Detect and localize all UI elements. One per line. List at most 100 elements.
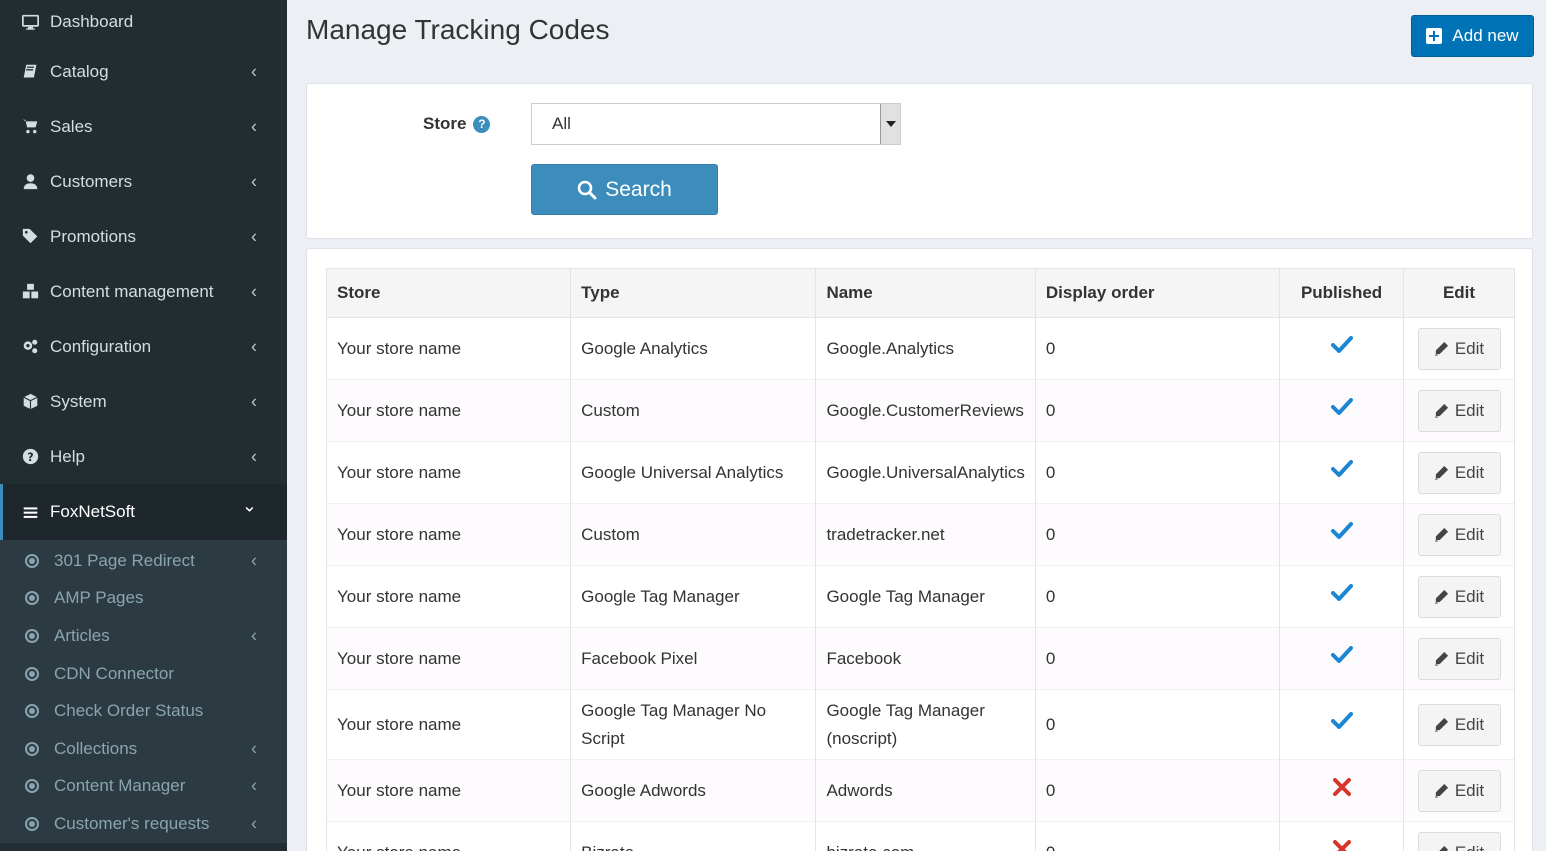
table-row: Your store name Custom Google.CustomerRevi…	[325, 379, 1515, 442]
column-header-display-order[interactable]: Display order	[1034, 268, 1281, 318]
submenu-item-content-manager[interactable]: Content Manager ‹	[0, 768, 287, 806]
cell-type: Custom	[570, 503, 817, 566]
tracking-codes-panel: Store Type Name Display order Published …	[306, 248, 1533, 851]
circle-dot-icon	[25, 628, 39, 643]
sidebar-item-promotions[interactable]: Promotions ‹	[0, 209, 287, 264]
cell-edit: Edit	[1403, 317, 1515, 380]
sidebar-item-label: FoxNetSoft	[50, 502, 136, 521]
chevron-left-icon: ‹	[251, 625, 257, 646]
column-header-type[interactable]: Type	[570, 268, 817, 318]
column-header-name[interactable]: Name	[815, 268, 1036, 318]
table-row: Your store nameBizratebizrate.com0 Edit	[325, 821, 1515, 851]
edit-button[interactable]: Edit	[1417, 389, 1501, 432]
edit-button[interactable]: Edit	[1417, 451, 1501, 494]
submenu-item-cdn-connector[interactable]: CDN Connector	[0, 655, 287, 693]
page-title: Manage Tracking Codes	[306, 14, 610, 45]
search-button[interactable]: Search	[531, 164, 718, 215]
chevron-left-icon: ‹	[251, 281, 257, 301]
checkmark-icon	[1330, 459, 1353, 482]
cube-icon	[20, 393, 40, 411]
table-row: Your store name Google Adwords Adwords 0 Edi…	[325, 759, 1515, 822]
pencil-icon	[1434, 651, 1448, 666]
submenu-item-301-page-redirect[interactable]: 301 Page Redirect ‹	[0, 542, 287, 580]
column-header-published[interactable]: Published	[1279, 268, 1404, 318]
sidebar-item-help[interactable]: ? Help ‹	[0, 429, 287, 484]
edit-button[interactable]: Edit	[1417, 327, 1501, 370]
sidebar-item-dashboard[interactable]: Dashboard	[0, 0, 287, 44]
user-icon	[20, 173, 40, 191]
submenu-item-customer-s-requests[interactable]: Customer's requests ‹	[0, 805, 287, 843]
column-header-store[interactable]: Store	[325, 268, 572, 318]
cell-display-order: 0	[1034, 689, 1281, 760]
sidebar-item-customers[interactable]: Customers ‹	[0, 154, 287, 209]
submenu-item-amp-pages[interactable]: AMP Pages	[0, 580, 287, 618]
cell-published	[1279, 821, 1404, 851]
search-button-label: Search	[605, 177, 672, 201]
submenu-item-label: AMP Pages	[54, 588, 144, 608]
cell-store: Your store name	[325, 821, 572, 851]
help-icon[interactable]: ?	[473, 115, 491, 133]
sidebar-item-foxnetsoft[interactable]: FoxNetSoft ⌄	[0, 484, 287, 540]
sidebar-item-system[interactable]: System ‹	[0, 374, 287, 429]
circle-dot-icon	[25, 779, 39, 794]
submenu-item-label: CDN Connector	[54, 663, 174, 683]
sidebar-item-catalog[interactable]: Catalog ‹	[0, 44, 287, 99]
cell-edit: Edit	[1403, 821, 1515, 851]
sidebar-item-sales[interactable]: Sales ‹	[0, 99, 287, 154]
cell-name: Google Tag Manager (noscript)	[815, 689, 1036, 760]
chevron-left-icon: ‹	[251, 391, 257, 411]
table-header-row: Store Type Name Display order Published …	[325, 268, 1515, 318]
sidebar-item-label: System	[50, 391, 107, 411]
submenu-item-collections[interactable]: Collections ‹	[0, 730, 287, 768]
cell-name: Adwords	[815, 759, 1036, 822]
dropdown-arrow-icon[interactable]	[880, 104, 900, 144]
circle-dot-icon	[25, 666, 39, 681]
store-label: Store ?	[423, 114, 491, 134]
cell-display-order: 0	[1034, 627, 1281, 690]
edit-button[interactable]: Edit	[1417, 637, 1501, 680]
cell-type: Facebook Pixel	[570, 627, 817, 690]
cell-store: Your store name	[325, 317, 572, 380]
edit-button[interactable]: Edit	[1417, 513, 1501, 556]
add-new-button[interactable]: Add new	[1411, 15, 1534, 57]
cross-icon	[1331, 777, 1353, 800]
sidebar-item-label: Dashboard	[50, 12, 134, 31]
edit-button[interactable]: Edit	[1417, 831, 1501, 851]
checkmark-icon	[1330, 521, 1353, 544]
cell-display-order: 0	[1034, 317, 1281, 380]
cell-display-order: 0	[1034, 379, 1281, 442]
chevron-left-icon: ‹	[251, 446, 257, 466]
cell-published	[1279, 565, 1404, 628]
bars-icon	[20, 503, 40, 521]
cell-store: Your store name	[325, 565, 572, 628]
sidebar-item-content-management[interactable]: Content management ‹	[0, 264, 287, 319]
cell-type: Google Universal Analytics	[570, 441, 817, 504]
submenu-item-check-order-status[interactable]: Check Order Status	[0, 692, 287, 730]
pencil-icon	[1434, 403, 1448, 418]
edit-button[interactable]: Edit	[1417, 703, 1501, 746]
cell-display-order: 0	[1034, 759, 1281, 822]
edit-button[interactable]: Edit	[1417, 769, 1501, 812]
edit-button-label: Edit	[1454, 462, 1485, 482]
edit-button-label: Edit	[1454, 648, 1485, 668]
edit-button-label: Edit	[1454, 780, 1485, 800]
cell-edit: Edit	[1403, 503, 1515, 566]
table-row: Your store name Facebook Pixel Facebook 0 Ed…	[325, 627, 1515, 690]
sidebar-item-configuration[interactable]: Configuration ‹	[0, 319, 287, 374]
sidebar-menu: Dashboard Catalog ‹ Sales ‹ Customers ‹ Promoti…	[0, 0, 287, 540]
cell-published	[1279, 317, 1404, 380]
cell-published	[1279, 759, 1404, 822]
pencil-icon	[1439, 846, 1448, 851]
store-select[interactable]: All	[531, 103, 901, 145]
checkmark-icon	[1330, 335, 1353, 358]
store-select-value: All	[552, 114, 571, 133]
cell-edit: Edit	[1403, 627, 1515, 690]
cell-store: Your store name	[325, 441, 572, 504]
cell-display-order: 0	[1034, 441, 1281, 504]
cell-edit: Edit	[1403, 565, 1515, 628]
chevron-left-icon: ‹	[251, 336, 257, 356]
edit-button[interactable]: Edit	[1417, 575, 1501, 618]
submenu-item-articles[interactable]: Articles ‹	[0, 617, 287, 655]
chevron-left-icon: ‹	[251, 775, 257, 796]
circle-dot-icon	[25, 704, 39, 719]
